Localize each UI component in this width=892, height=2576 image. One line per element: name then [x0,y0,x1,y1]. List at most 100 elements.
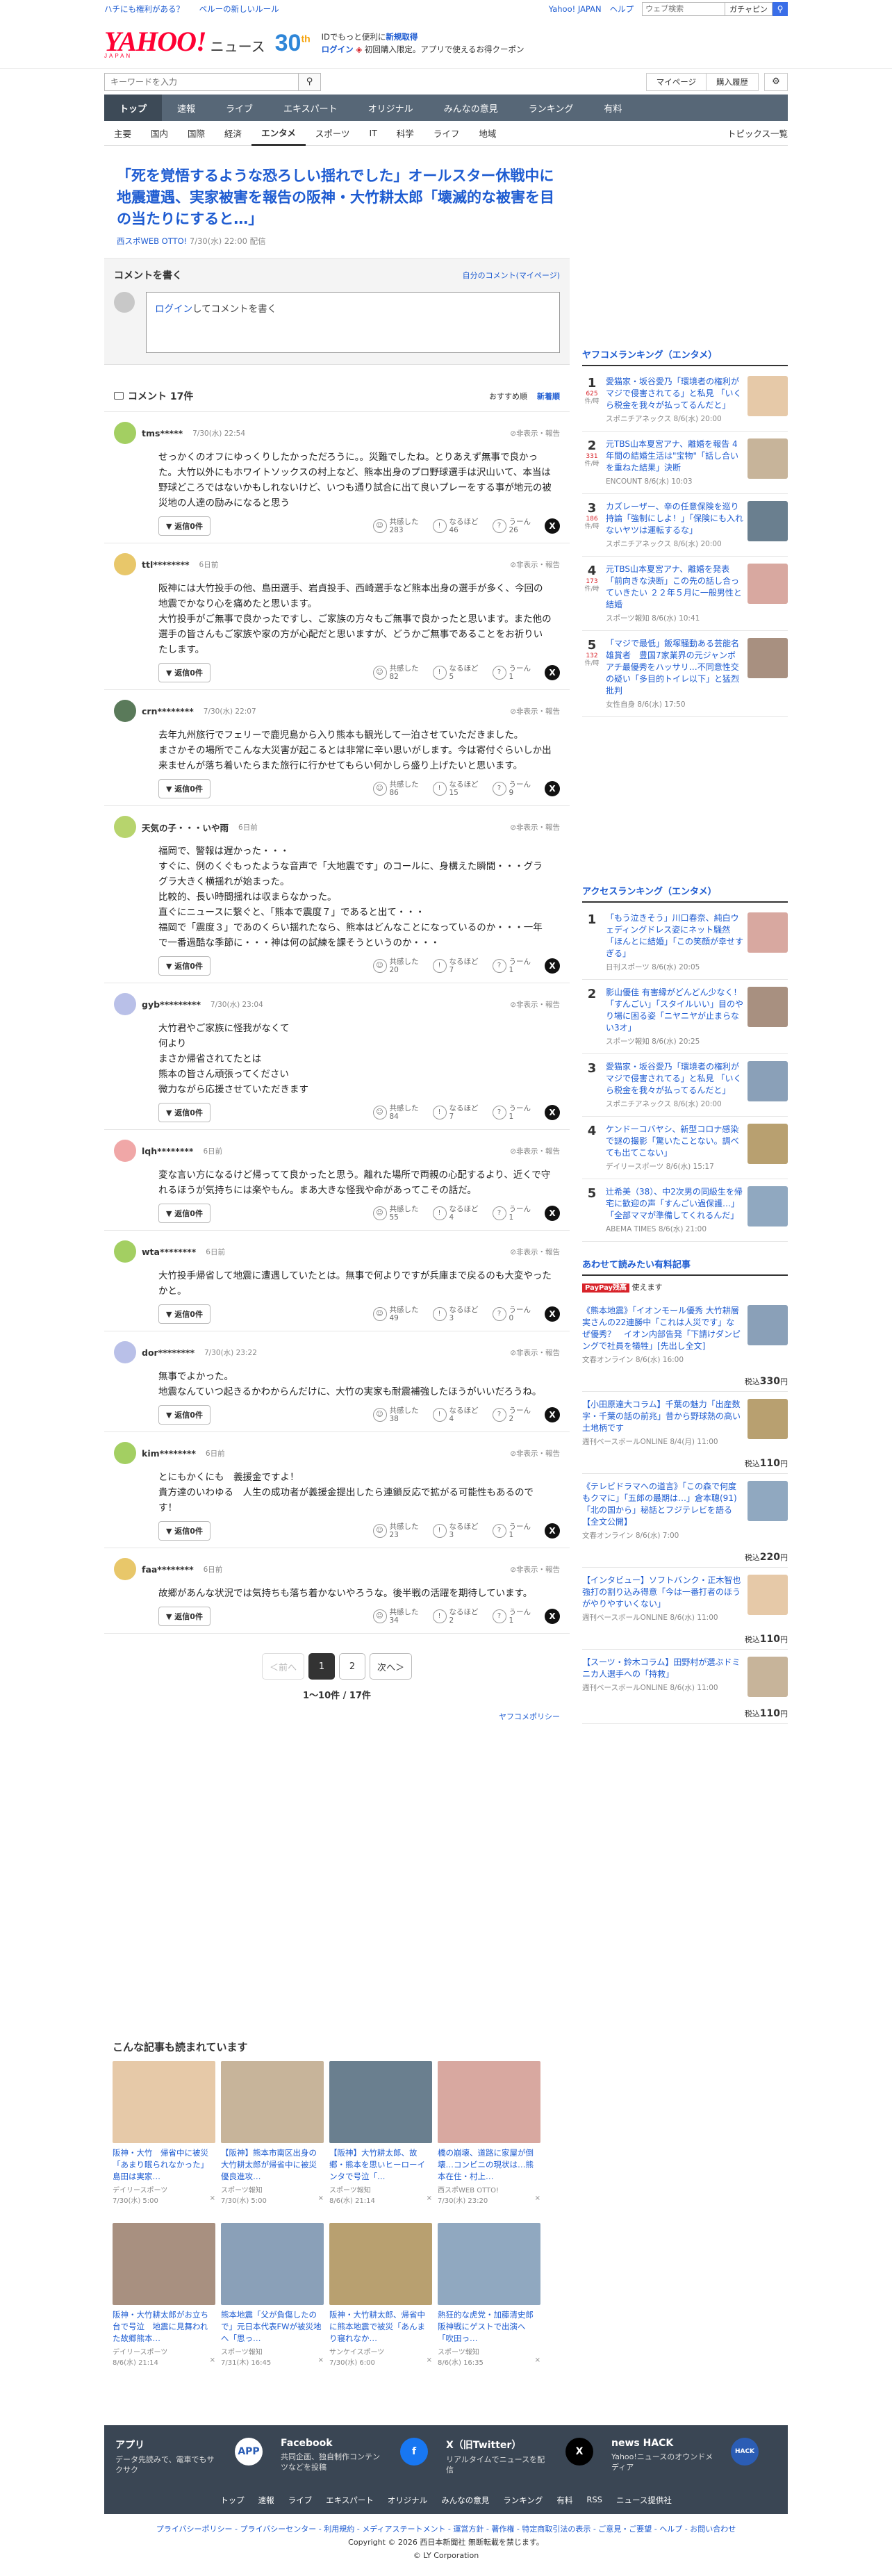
share-x-button[interactable]: X [545,518,560,534]
uun-button[interactable]: ? うーん 2 [492,1406,531,1423]
footer-promo[interactable]: Facebook 共同企画、独自制作コンテンツなどを投稿 f [281,2438,446,2475]
close-icon[interactable]: × [535,2194,540,2205]
paid-article-item[interactable]: 【スーツ・鈴木コラム】田野村が選ぶドミニカ人選手への「持救」 週刊ベースボールON… [582,1650,788,1724]
close-icon[interactable]: × [210,2356,215,2367]
sort-newest[interactable]: 新着順 [537,391,560,402]
empathy-button[interactable]: ☺ 共感した 49 [372,1306,419,1322]
also-read-card[interactable]: 橋の崩壊、道路に家屋が倒壊…コンビニの現状は…熊本在住・村上… 西スポWEB OT… [438,2061,540,2217]
comment-user-name[interactable]: crn******** [142,706,194,716]
top-link-1[interactable]: ハチにも権利がある？ [104,4,184,14]
comment-user-name[interactable]: kim******** [142,1448,196,1459]
card-title[interactable]: 橋の崩壊、道路に家屋が倒壊…コンビニの現状は…熊本在住・村上… [438,2147,540,2183]
reply-toggle-button[interactable]: ▼ 返信0件 [158,1521,210,1541]
paid-article-item[interactable]: 【小田原達大コラム】千葉の魅力「出産数字・千葉の話の前兆」昔から野球熱の高い土地… [582,1392,788,1474]
avatar[interactable] [114,1558,136,1580]
rank-title[interactable]: 影山優佳 有害縁がどんどん少なく！「すんごい」「スタイルいい」目のやり場に困る姿… [606,987,743,1034]
cat-domestic[interactable]: 国内 [141,121,178,146]
yahoo-comment-policy-link[interactable]: ヤフコメポリシー [104,1711,560,1722]
empathy-button[interactable]: ☺ 共感した 55 [372,1205,419,1222]
footer-link[interactable]: ランキング [503,2495,543,2506]
access-ranking-item[interactable]: 2 影山優佳 有害縁がどんどん少なく！「すんごい」「スタイルいい」目のやり場に困る… [582,980,788,1054]
cat-sports[interactable]: スポーツ [306,121,360,146]
cat-economy[interactable]: 経済 [215,121,251,146]
rank-title[interactable]: 「もう泣きそう」川口春奈、純白ウェディングドレス姿にネット騒然「ほんとに結婚」「… [606,912,743,960]
yahoo-logo[interactable]: YAHOO! JAPAN [104,27,207,59]
share-x-button[interactable]: X [545,1609,560,1624]
cat-life[interactable]: ライフ [424,121,470,146]
comment-user-name[interactable]: faa******** [142,1564,194,1575]
avatar[interactable] [114,700,136,722]
article-title[interactable]: 「死を覚悟するような恐ろしい揺れでした」オールスター休戦中に地震遭遇、実家被害を… [117,165,557,230]
cat-main[interactable]: 主要 [104,121,141,146]
naruhodo-button[interactable]: ! なるほど 3 [432,1523,479,1539]
share-x-button[interactable]: X [545,1206,560,1221]
cat-local[interactable]: 地域 [469,121,506,146]
cat-entertainment[interactable]: エンタメ [251,121,306,146]
footer-link[interactable]: エキスパート [326,2495,374,2506]
card-title[interactable]: 阪神・大竹耕太郎がお立ち台で号泣 地震に見舞われた故郷熊本… [113,2309,215,2345]
comment-user-name[interactable]: dor******** [142,1347,195,1358]
card-title[interactable]: 熱狂的な虎党・加藤清史郎 阪神戦にゲストで出演へ「吹田っ… [438,2309,540,2345]
avatar[interactable] [114,1240,136,1263]
web-search-input[interactable] [642,2,726,16]
naruhodo-button[interactable]: ! なるほど 4 [432,1205,479,1222]
nav-original[interactable]: オリジナル [353,95,429,121]
close-icon[interactable]: × [427,2194,432,2205]
access-ranking-item[interactable]: 3 愛猫家・坂谷愛乃「環境者の権利がマジで侵害されてる」と私見 「いくら税金を我々… [582,1054,788,1117]
uun-button[interactable]: ? うーん 1 [492,1523,531,1539]
naruhodo-button[interactable]: ! なるほど 7 [432,1104,479,1121]
footer-link[interactable]: みんなの意見 [441,2495,489,2506]
footer-promo-title[interactable]: X（旧Twitter） [446,2440,521,2451]
uun-button[interactable]: ? うーん 9 [492,780,531,797]
hide-report-link[interactable]: ⊘非表示・報告 [510,428,560,438]
avatar[interactable] [114,816,136,838]
empathy-button[interactable]: ☺ 共感した 82 [372,664,419,681]
empathy-button[interactable]: ☺ 共感した 283 [372,518,419,534]
hide-report-link[interactable]: ⊘非表示・報告 [510,706,560,716]
comment-input[interactable]: ログインしてコメントを書く [146,292,560,353]
footer-link[interactable]: トップ [220,2495,245,2506]
page-1-button[interactable]: 1 [308,1653,335,1680]
rank-title[interactable]: 「マジで最低」飯塚騒動ある芸能名雄賞者 豊国7家業界の元ジャンボアチ最優秀をハッ… [606,638,743,697]
footer-promo[interactable]: news HACK Yahoo!ニュースのオウンドメディア HACK [611,2438,777,2475]
card-title[interactable]: 【阪神】熊本市南区出身の大竹耕太郎が帰省中に被災 優良進攻… [221,2147,324,2183]
avatar[interactable] [114,1442,136,1464]
avatar[interactable] [114,1140,136,1162]
access-ranking-item[interactable]: 1 「もう泣きそう」川口春奈、純白ウェディングドレス姿にネット騒然「ほんとに結婚」… [582,905,788,980]
help-link[interactable]: ヘルプ [610,3,634,15]
comment-user-name[interactable]: lqh******** [142,1146,193,1156]
purchase-history-button[interactable]: 購入履歴 [707,72,759,91]
hide-report-link[interactable]: ⊘非表示・報告 [510,822,560,832]
avatar[interactable] [114,553,136,575]
page-2-button[interactable]: 2 [339,1653,365,1680]
card-title[interactable]: 熊本地震「父が負傷したので」元日本代表FWが被災地へ「思っ… [221,2309,324,2345]
share-x-button[interactable]: X [545,665,560,680]
hide-report-link[interactable]: ⊘非表示・報告 [510,1448,560,1459]
also-read-card[interactable]: 【阪神】熊本市南区出身の大竹耕太郎が帰省中に被災 優良進攻… スポーツ報知 7/30… [221,2061,324,2217]
rank-title[interactable]: 辻希美（38）、中2次男の同級生を帰宅に歓迎の声「すんごい過保護…」「全部ママが… [606,1186,743,1222]
also-read-card[interactable]: 熱狂的な虎党・加藤清史郎 阪神戦にゲストで出演へ「吹田っ… スポーツ報知 8/6(水… [438,2223,540,2379]
avatar[interactable] [114,1341,136,1363]
card-title[interactable]: 阪神・大竹耕太郎、帰省中に熊本地震で被災「あんまり寝れなか… [329,2309,432,2345]
rank-title[interactable]: 元TBS山本夏宮アナ、離婚を報告 4年間の結婚生活は"宝物"「話し合いを重ねた結… [606,438,743,474]
reply-toggle-button[interactable]: ▼ 返信0件 [158,1103,210,1122]
uun-button[interactable]: ? うーん 1 [492,1205,531,1222]
comment-ranking-item[interactable]: 1 625 件/時 愛猫家・坂谷愛乃「環境者の権利がマジで侵害されてる」と私見 「いく… [582,369,788,432]
empathy-button[interactable]: ☺ 共感した 23 [372,1523,419,1539]
naruhodo-button[interactable]: ! なるほど 4 [432,1406,479,1423]
uun-button[interactable]: ? うーん 26 [492,518,531,534]
rank-title[interactable]: カズレーザー、辛の任意保険を巡り持論「強制にしよ！」「保険にも入れないヤツは運転… [606,501,743,536]
naruhodo-button[interactable]: ! なるほど 15 [432,780,479,797]
signup-link[interactable]: 新規取得 [386,32,418,42]
card-title[interactable]: 【阪神】大竹耕太郎、故郷・熊本を思いヒーローインタで号泣「… [329,2147,432,2183]
comment-ranking-item[interactable]: 5 132 件/時 「マジで最低」飯塚騒動ある芸能名雄賞者 豊国7家業界の元ジャンボア… [582,631,788,717]
naruhodo-button[interactable]: ! なるほど 5 [432,664,479,681]
comment-user-name[interactable]: ttl******** [142,559,190,570]
share-x-button[interactable]: X [545,1407,560,1422]
comment-ranking-item[interactable]: 4 173 件/時 元TBS山本夏宮アナ、離婚を発表「前向きな決断」この先の話し合って… [582,557,788,631]
share-x-button[interactable]: X [545,1105,560,1120]
footer-promo-title[interactable]: アプリ [115,2440,144,2451]
comment-user-name[interactable]: gyb********* [142,999,201,1010]
hide-report-link[interactable]: ⊘非表示・報告 [510,1564,560,1575]
empathy-button[interactable]: ☺ 共感した 86 [372,780,419,797]
